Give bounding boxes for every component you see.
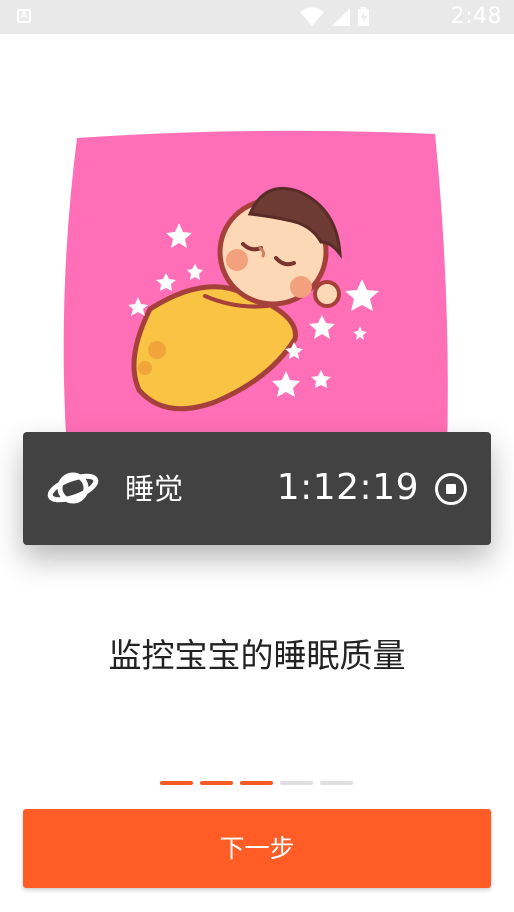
page-dot: [200, 781, 233, 785]
stop-square: [446, 484, 456, 494]
page-dot: [280, 781, 313, 785]
planet-icon: [47, 472, 99, 504]
page-dot: [160, 781, 193, 785]
page-headline: 监控宝宝的睡眠质量: [108, 636, 406, 675]
status-icons: [300, 7, 369, 26]
page-dot: [240, 781, 273, 785]
baby-ear: [313, 280, 341, 308]
page-indicator: [160, 781, 356, 786]
baby-cheek: [226, 249, 248, 271]
next-button[interactable]: 下一步: [23, 809, 491, 888]
sleeping-baby-illustration: [63, 130, 448, 460]
wifi-icon: [300, 7, 324, 26]
blanket-dot: [138, 361, 152, 375]
a-icon: A: [17, 9, 31, 23]
activity-label: 睡觉: [125, 472, 184, 506]
status-bar: A 2:48: [0, 0, 514, 34]
baby-cheek: [290, 276, 312, 298]
page-dot: [320, 781, 353, 785]
blanket-dot: [148, 341, 166, 359]
battery-icon: [358, 7, 369, 26]
status-time: 2:48: [450, 4, 502, 29]
stop-icon[interactable]: [435, 473, 467, 505]
sleep-timer-card[interactable]: 睡觉 1:12:19: [23, 432, 491, 545]
elapsed-time: 1:12:19: [276, 467, 419, 508]
signal-icon: [332, 8, 350, 26]
